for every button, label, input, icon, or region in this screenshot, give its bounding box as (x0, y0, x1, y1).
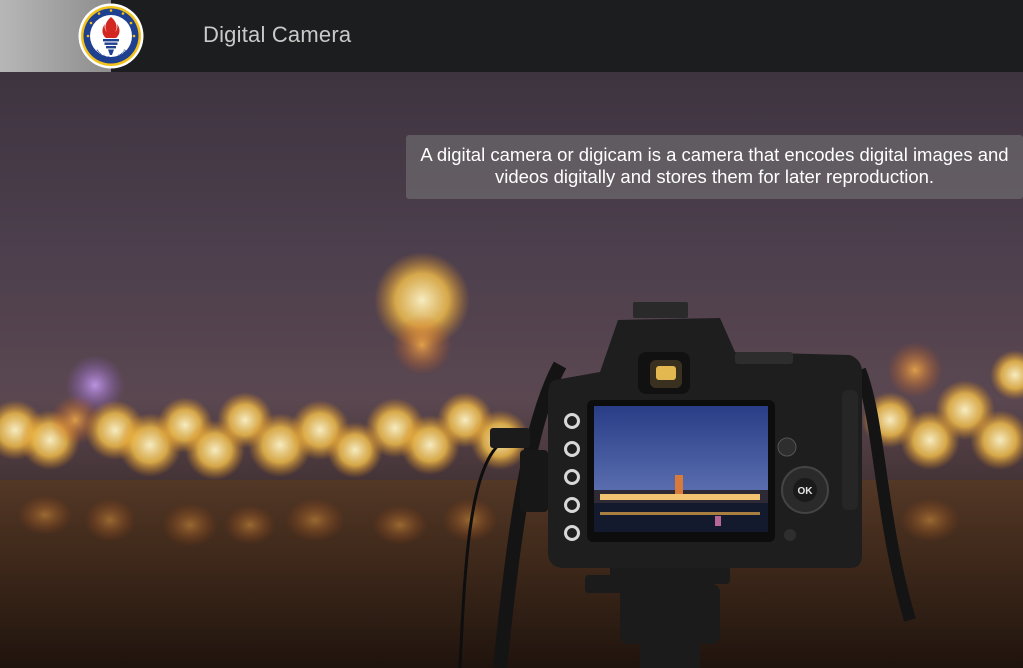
university-logo[interactable]: TED ÜNİVERSİTESİ (78, 3, 144, 69)
page: TED ÜNİVERSİTESİ Digital Camera OK A dig… (0, 0, 1023, 668)
university-torch-logo-icon: TED ÜNİVERSİTESİ (78, 3, 144, 69)
hero-image: OK A digital camera or digicam is a came… (0, 72, 1023, 668)
page-title: Digital Camera (203, 22, 352, 47)
camera-ok-button-label: OK (798, 486, 814, 497)
top-bar: TED ÜNİVERSİTESİ Digital Camera (0, 0, 1023, 72)
hero-caption: A digital camera or digicam is a camera … (406, 135, 1023, 199)
